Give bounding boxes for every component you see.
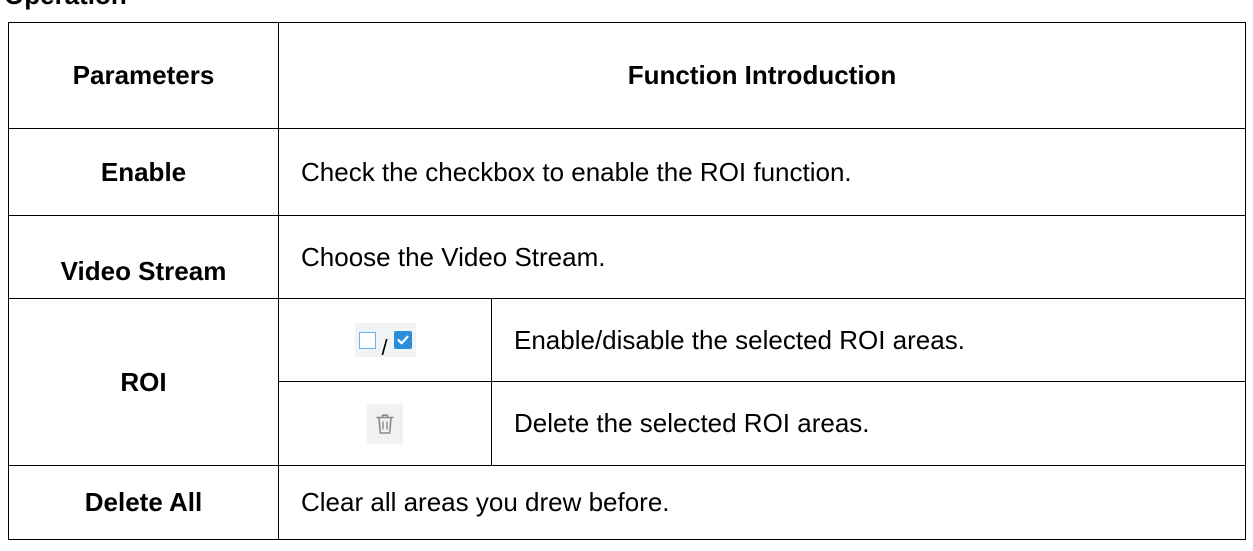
icon-separator: / — [381, 335, 388, 360]
table-row: Enable Check the checkbox to enable the … — [8, 128, 1247, 216]
table-row: Video Stream Choose the Video Stream. — [8, 215, 1247, 299]
table-row: Delete All Clear all areas you drew befo… — [8, 465, 1247, 540]
roi-checkbox-icons: / — [278, 298, 492, 382]
param-roi: ROI — [8, 298, 279, 466]
table-row: ROI / Enable/disable the selected ROI ar… — [8, 298, 1247, 466]
desc-video-stream: Choose the Video Stream. — [277, 215, 1247, 299]
header-function-introduction: Function Introduction — [277, 22, 1247, 129]
param-delete-all: Delete All — [8, 465, 279, 540]
desc-roi-delete: Delete the selected ROI areas. — [490, 381, 1247, 466]
param-video-stream: Video Stream — [8, 215, 279, 299]
checkbox-toggle-icon: / — [354, 323, 416, 360]
roi-trash-icon-cell — [278, 381, 492, 466]
checkbox-unchecked-icon — [358, 331, 376, 349]
parameters-table: Parameters Function Introduction Enable … — [8, 22, 1247, 540]
section-heading: Operation — [4, 0, 127, 11]
trash-icon — [367, 403, 403, 444]
param-video-stream-label: Video Stream — [60, 255, 227, 286]
param-enable: Enable — [8, 128, 279, 216]
header-parameters: Parameters — [8, 22, 279, 129]
desc-enable: Check the checkbox to enable the ROI fun… — [277, 128, 1247, 216]
table-header-row: Parameters Function Introduction — [8, 22, 1247, 129]
desc-roi-enable-disable: Enable/disable the selected ROI areas. — [490, 298, 1247, 382]
desc-delete-all: Clear all areas you drew before. — [277, 465, 1247, 540]
checkbox-checked-icon — [393, 331, 412, 349]
